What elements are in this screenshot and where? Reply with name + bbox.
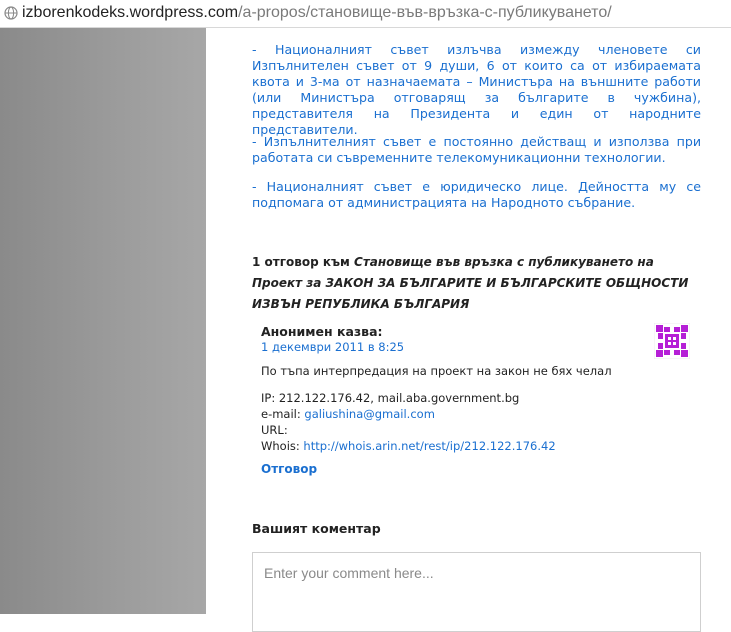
- url-text: izborenkodeks.wordpress.com/a-propos/ста…: [22, 3, 612, 23]
- avatar: [654, 323, 690, 359]
- comments-title: 1 отговор към Становище във връзка с пуб…: [252, 252, 708, 315]
- comment-whois-line: Whois: http://whois.arin.net/rest/ip/212…: [261, 438, 556, 454]
- ip-label: IP:: [261, 391, 279, 405]
- email-label: e-mail:: [261, 407, 305, 421]
- address-bar[interactable]: izborenkodeks.wordpress.com/a-propos/ста…: [0, 0, 731, 28]
- reply-link[interactable]: Отговор: [261, 462, 317, 476]
- comment-author: Анонимен казва:: [261, 324, 383, 339]
- article-paragraph: - Националният съвет излъчва измежду чле…: [252, 42, 701, 137]
- globe-icon: [4, 6, 18, 20]
- url-label: URL:: [261, 423, 288, 437]
- comment-text: По тъпа интерпредация на проект на закон…: [261, 364, 612, 378]
- article-paragraph: - Националният съвет е юридическо лице. …: [252, 179, 701, 210]
- comment-email-line: e-mail: galiushina@gmail.com: [261, 406, 556, 422]
- url-path: /a-propos/становище-във-връзка-с-публику…: [238, 4, 612, 21]
- comment-meta: IP: 212.122.176.42, mail.aba.government.…: [261, 390, 556, 454]
- comments-title-mid: отговор към: [260, 255, 355, 269]
- post-content: - Националният съвет излъчва измежду чле…: [206, 28, 731, 632]
- url-host: izborenkodeks.wordpress.com: [22, 4, 239, 21]
- article-paragraph: - Изпълнителният съвет е постоянно дейст…: [252, 134, 701, 165]
- email-link[interactable]: galiushina@gmail.com: [304, 407, 435, 421]
- page-background-left: [0, 28, 206, 614]
- comment-form-heading: Вашият коментар: [252, 521, 381, 536]
- comment-textarea[interactable]: [252, 552, 701, 632]
- ip-value: 212.122.176.42, mail.aba.government.bg: [278, 391, 520, 405]
- whois-label: Whois:: [261, 439, 304, 453]
- whois-link[interactable]: http://whois.arin.net/rest/ip/212.122.17…: [303, 439, 555, 453]
- comment-date-link[interactable]: 1 декември 2011 в 8:25: [261, 340, 404, 354]
- comment-ip-line: IP: 212.122.176.42, mail.aba.government.…: [261, 390, 556, 406]
